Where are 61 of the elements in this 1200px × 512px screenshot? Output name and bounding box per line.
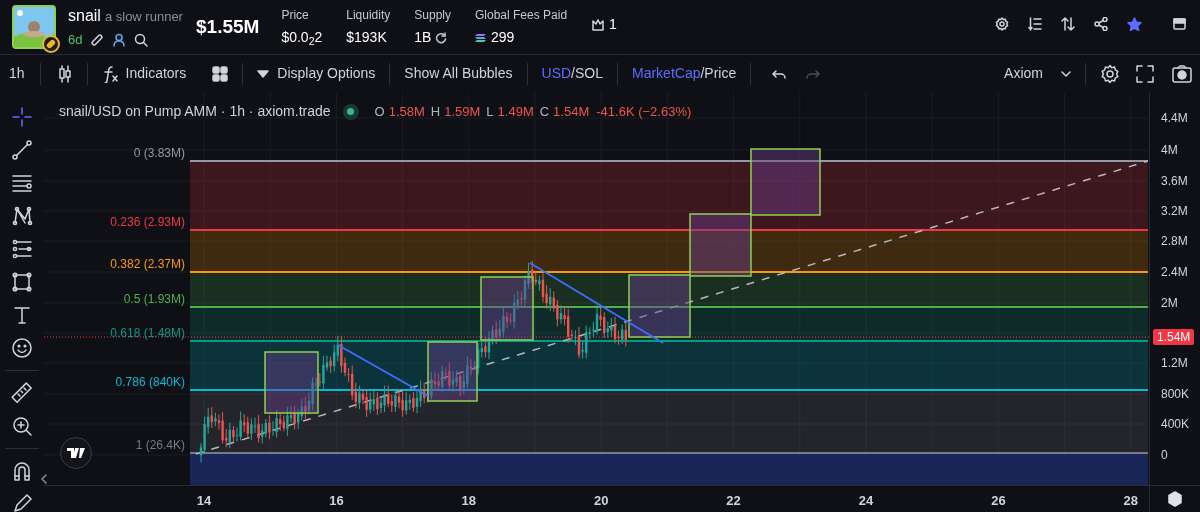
interval-button[interactable]: 1h — [8, 63, 26, 84]
indicators-button[interactable]: Indicators — [101, 63, 187, 84]
metric-option[interactable]: Price — [704, 63, 737, 84]
x-axis-label: 26 — [991, 492, 1006, 510]
ohlc-label: H — [430, 102, 441, 121]
ohlc-value: 1.59M — [444, 102, 481, 121]
y-axis-label: 4M — [1161, 144, 1178, 156]
token-age: 6d — [68, 31, 83, 50]
change-value: -41.6K (−2.63%) — [596, 102, 692, 121]
fib-level-label: 0.236 (2.93M) — [110, 216, 185, 228]
ohlc-label: C — [539, 102, 550, 121]
fib-level-label: 1 (26.4K) — [135, 439, 185, 451]
y-axis-label: 3.2M — [1161, 205, 1188, 217]
y-axis-label: 2.4M — [1161, 266, 1188, 278]
y-axis-label: 2.8M — [1161, 235, 1188, 247]
y-axis-label: 3.6M — [1161, 175, 1188, 187]
x-axis-label: 22 — [726, 492, 741, 510]
separator-text: / — [700, 64, 705, 83]
fib-level-label: 0 (3.83M) — [133, 147, 185, 159]
y-axis-label: 2M — [1161, 297, 1178, 309]
stat-label: Price — [281, 7, 310, 24]
x-axis-label: 18 — [461, 492, 477, 510]
stat-label: Liquidity — [346, 7, 391, 24]
metric-option[interactable]: MarketCap — [632, 63, 701, 84]
ohlc-value: 1.54M — [553, 102, 590, 121]
fib-level-label: 0.5 (1.93M) — [123, 293, 185, 305]
token-symbol: snail — [68, 6, 101, 27]
y-axis-label: 4.4M — [1161, 112, 1188, 124]
ohlc-value: 1.58M — [388, 102, 425, 121]
x-axis-label: 24 — [858, 492, 874, 510]
y-axis-label: 400K — [1161, 418, 1190, 430]
ohlc-label: O — [374, 102, 385, 121]
display-options-button[interactable]: Display Options — [257, 63, 376, 84]
chart-title: snail/USD on Pump AMM · 1h · axiom.trade — [59, 102, 331, 121]
price-tag: 1.54M — [1153, 329, 1195, 345]
market-cap-value: $1.55M — [196, 14, 260, 39]
ohlc-value: 1.49M — [497, 102, 534, 121]
y-axis-label: 1.2M — [1161, 357, 1188, 369]
fib-level-label: 0.618 (1.48M) — [110, 327, 185, 339]
y-axis-label: 800K — [1161, 388, 1190, 400]
stat-label: Supply — [414, 7, 451, 24]
fib-level-label: 0.786 (840K) — [115, 376, 185, 388]
stat-label: Global Fees Paid — [475, 7, 568, 24]
show-bubbles-button[interactable]: Show All Bubbles — [404, 63, 513, 84]
stat-value: 299 — [491, 28, 515, 47]
currency-option[interactable]: SOL — [574, 63, 603, 84]
stat-value: 1B — [414, 28, 432, 47]
ohlc-label: L — [486, 102, 494, 121]
x-axis-label: 28 — [1123, 492, 1139, 510]
x-axis-label: 16 — [329, 492, 344, 510]
currency-option[interactable]: USD — [541, 63, 572, 84]
y-axis-label: 0 — [1161, 449, 1168, 461]
stat-value: $0.0$_{2}$2 — [281, 28, 323, 48]
fib-level-label: 0.382 (2.37M) — [110, 258, 185, 270]
layout-dropdown[interactable]: Axiom — [1004, 63, 1071, 84]
holder-count: 1 — [609, 14, 617, 34]
token-name: a slow runner — [104, 8, 183, 27]
x-axis-label: 20 — [593, 492, 609, 510]
separator-text: / — [571, 64, 575, 83]
stat-value: $193K — [346, 28, 387, 47]
x-axis-label: 14 — [196, 492, 212, 510]
